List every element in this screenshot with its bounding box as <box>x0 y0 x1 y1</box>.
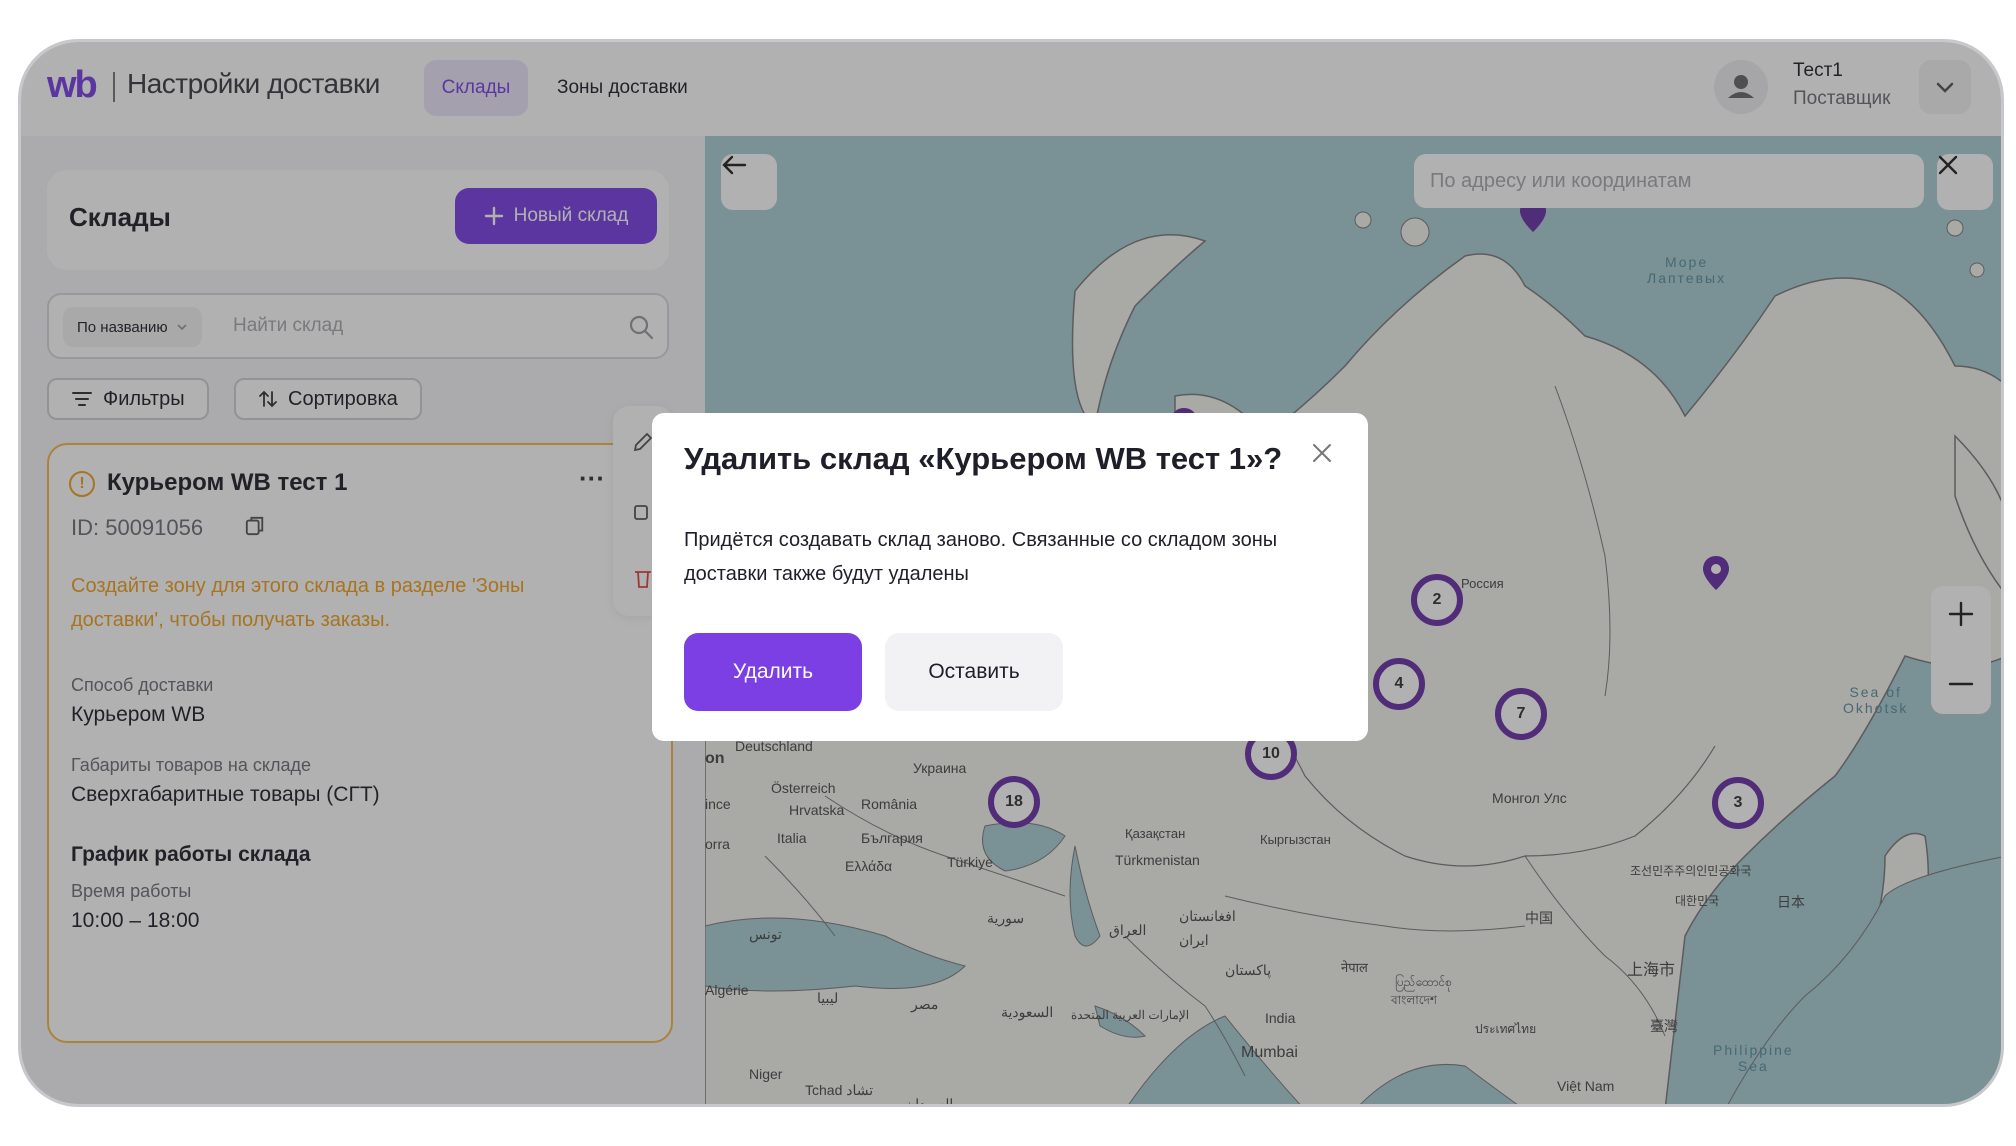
delete-warehouse-dialog: Удалить склад «Курьером WB тест 1»? Прид… <box>652 413 1368 741</box>
app-window: wb Настройки доставки Склады Зоны достав… <box>18 39 2004 1107</box>
dialog-message: Придётся создавать склад заново. Связанн… <box>684 529 1278 585</box>
keep-button[interactable]: Оставить <box>885 633 1063 711</box>
dialog-title: Удалить склад «Курьером WB тест 1»? <box>684 441 1283 476</box>
delete-button[interactable]: Удалить <box>684 633 862 711</box>
close-icon[interactable] <box>1308 439 1336 467</box>
